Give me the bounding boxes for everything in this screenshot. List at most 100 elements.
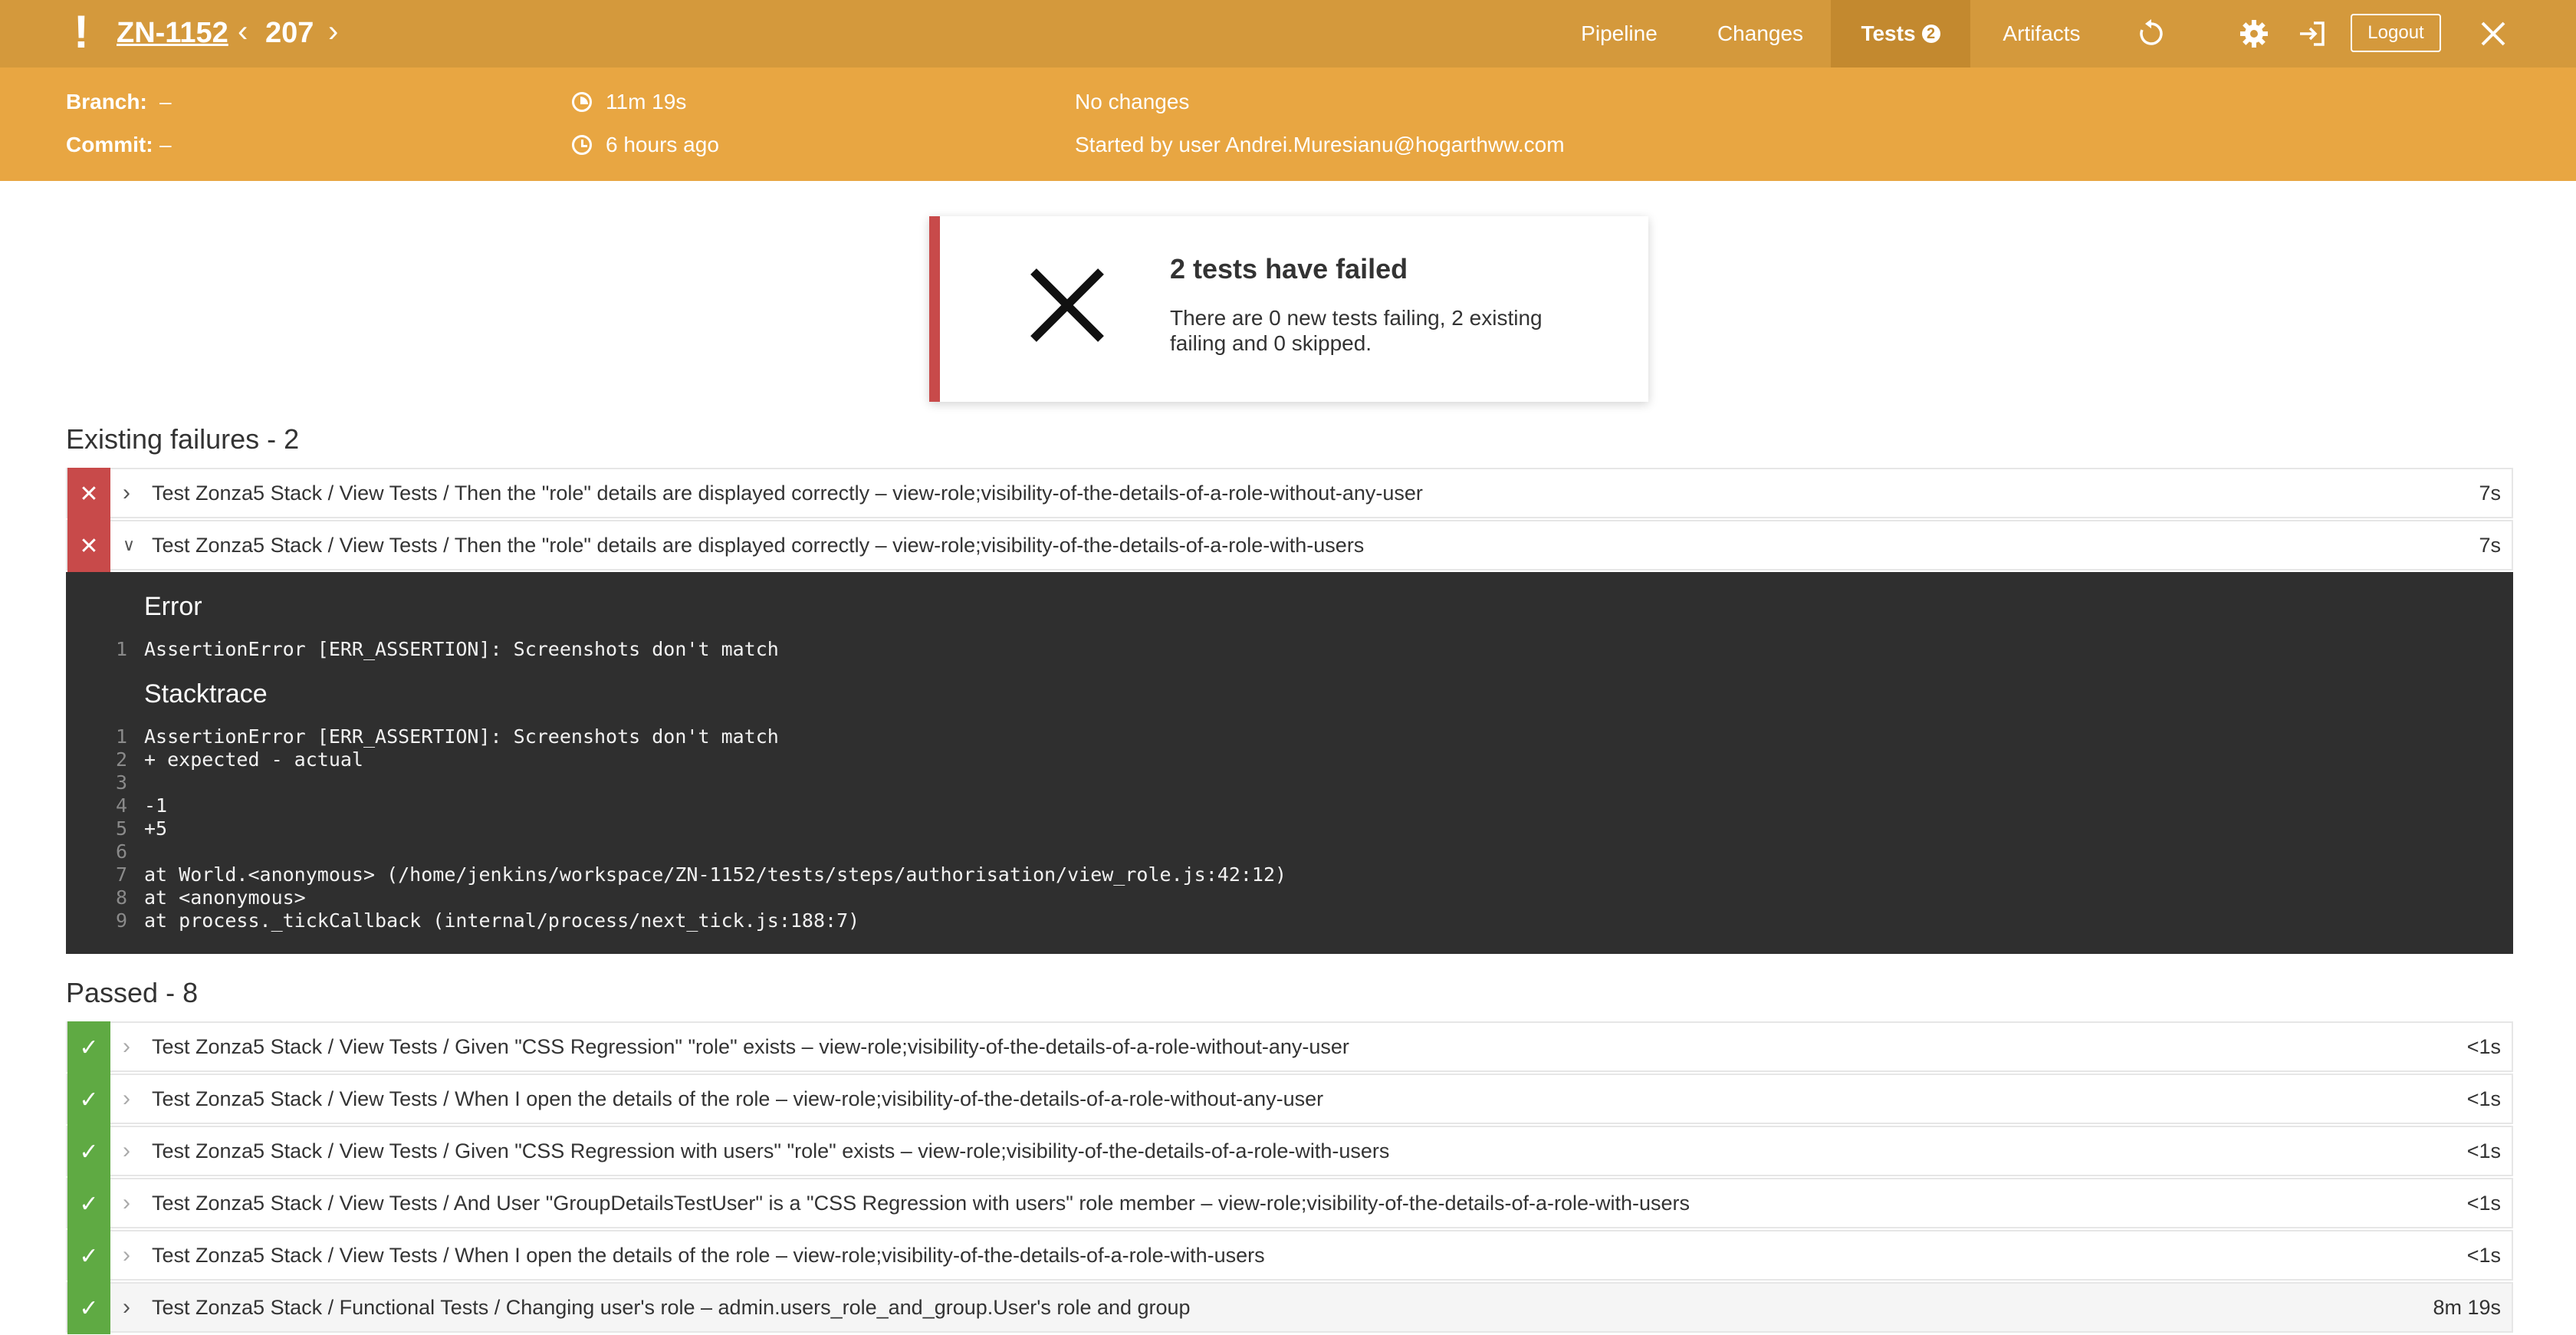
- existing-failures-heading: Existing failures - 2: [66, 423, 300, 455]
- top-bar: ! ZN-1152 ‹ 207 › Pipeline Changes Tests…: [0, 0, 2576, 67]
- clock-icon: [572, 135, 592, 155]
- failed-test-row[interactable]: ✕ ∨ Test Zonza5 Stack / View Tests / The…: [66, 520, 2513, 572]
- started-by-info: Started by user Andrei.Muresianu@hogarth…: [1075, 133, 1565, 156]
- pass-check-icon: ✓: [67, 1126, 110, 1178]
- started-info: 6 hours ago: [572, 132, 719, 158]
- line-number: 6: [115, 840, 127, 863]
- passed-test-row[interactable]: ✓ › Test Zonza5 Stack / Functional Tests…: [66, 1282, 2513, 1334]
- summary-title: 2 tests have failed: [1170, 253, 1408, 284]
- passed-test-row[interactable]: ✓ › Test Zonza5 Stack / View Tests / Giv…: [66, 1126, 2513, 1178]
- duration-icon: [572, 92, 592, 112]
- line-number: 5: [115, 817, 127, 840]
- line-number: 1: [115, 638, 127, 660]
- tab-changes-label: Changes: [1717, 21, 1804, 45]
- test-name: Test Zonza5 Stack / View Tests / And Use…: [152, 1191, 1691, 1215]
- test-name: Test Zonza5 Stack / View Tests / Given "…: [152, 1139, 1390, 1162]
- fail-status-icon: ✕: [67, 468, 110, 520]
- previous-build-button[interactable]: ‹: [238, 14, 248, 49]
- test-duration: <1s: [2466, 1139, 2501, 1162]
- line-text: + expected - actual: [144, 748, 363, 771]
- test-name: Test Zonza5 Stack / View Tests / When I …: [152, 1243, 1265, 1267]
- sign-in-icon[interactable]: [2292, 14, 2332, 54]
- chevron-right-icon[interactable]: ›: [123, 1231, 130, 1279]
- test-duration: 7s: [2479, 481, 2501, 505]
- test-name: Test Zonza5 Stack / View Tests / When I …: [152, 1087, 1324, 1110]
- duration-value: 11m 19s: [606, 90, 687, 113]
- job-link[interactable]: ZN-1152: [117, 15, 228, 51]
- line-text: +5: [144, 817, 168, 840]
- gear-icon[interactable]: [2234, 14, 2274, 54]
- line-text: at <anonymous>: [144, 886, 306, 909]
- next-build-button[interactable]: ›: [328, 14, 338, 49]
- pass-check-icon: ✓: [67, 1021, 110, 1074]
- tab-changes[interactable]: Changes: [1705, 0, 1815, 67]
- test-duration: 8m 19s: [2433, 1295, 2501, 1319]
- build-number: 207: [265, 17, 314, 49]
- failed-x-icon: [1030, 268, 1104, 342]
- fail-status-icon: ✕: [67, 520, 110, 572]
- summary-description: There are 0 new tests failing, 2 existin…: [1170, 306, 1543, 355]
- pass-check-icon: ✓: [67, 1282, 110, 1334]
- passed-test-row[interactable]: ✓ › Test Zonza5 Stack / View Tests / And…: [66, 1178, 2513, 1230]
- passed-test-row[interactable]: ✓ › Test Zonza5 Stack / View Tests / Whe…: [66, 1074, 2513, 1126]
- line-number: 2: [115, 748, 127, 771]
- changes-info: No changes: [1075, 90, 1190, 113]
- started-ago: 6 hours ago: [606, 133, 719, 156]
- test-name: Test Zonza5 Stack / Functional Tests / C…: [152, 1295, 1191, 1319]
- tab-pipeline[interactable]: Pipeline: [1564, 0, 1674, 67]
- test-duration: <1s: [2466, 1191, 2501, 1215]
- line-text: AssertionError [ERR_ASSERTION]: Screensh…: [144, 725, 779, 748]
- branch-label: Branch:: [66, 90, 147, 113]
- error-console: Error 1 AssertionError [ERR_ASSERTION]: …: [66, 572, 2513, 954]
- test-name: Test Zonza5 Stack / View Tests / Then th…: [152, 481, 1423, 505]
- close-icon[interactable]: [2473, 14, 2513, 54]
- failed-test-row[interactable]: ✕ › Test Zonza5 Stack / View Tests / The…: [66, 468, 2513, 520]
- pass-check-icon: ✓: [67, 1074, 110, 1126]
- commit-info: Commit: –: [66, 132, 172, 158]
- pass-check-icon: ✓: [67, 1178, 110, 1230]
- line-text: at World.<anonymous> (/home/jenkins/work…: [144, 863, 1287, 886]
- branch-info: Branch: –: [66, 89, 172, 115]
- test-name: Test Zonza5 Stack / View Tests / Then th…: [152, 533, 1365, 557]
- alert-icon: !: [74, 6, 89, 58]
- passed-test-row[interactable]: ✓ › Test Zonza5 Stack / View Tests / Whe…: [66, 1230, 2513, 1282]
- test-duration: <1s: [2466, 1243, 2501, 1267]
- chevron-right-icon[interactable]: ›: [123, 1127, 130, 1175]
- tab-artifacts-label: Artifacts: [2003, 21, 2081, 45]
- branch-value: –: [159, 90, 172, 113]
- duration-info: 11m 19s: [572, 89, 686, 115]
- line-number: 4: [115, 794, 127, 817]
- pass-check-icon: ✓: [67, 1230, 110, 1282]
- passed-heading: Passed - 8: [66, 977, 199, 1008]
- failure-summary-card: 2 tests have failed There are 0 new test…: [929, 216, 1648, 402]
- chevron-right-icon[interactable]: ›: [123, 1284, 130, 1331]
- commit-value: –: [159, 133, 172, 156]
- test-duration: <1s: [2466, 1034, 2501, 1058]
- chevron-right-icon[interactable]: ›: [123, 1179, 130, 1227]
- tab-tests[interactable]: Tests 2: [1831, 0, 1970, 67]
- tab-tests-label: Tests: [1861, 21, 1916, 45]
- chevron-right-icon[interactable]: ›: [123, 1023, 130, 1070]
- line-number: 1: [115, 725, 127, 748]
- chevron-right-icon[interactable]: ›: [123, 469, 130, 517]
- stacktrace-heading: Stacktrace: [144, 679, 268, 709]
- test-name: Test Zonza5 Stack / View Tests / Given "…: [152, 1034, 1349, 1058]
- logout-button[interactable]: Logout: [2351, 14, 2441, 52]
- test-duration: 7s: [2479, 533, 2501, 557]
- line-text: at process._tickCallback (internal/proce…: [144, 909, 860, 932]
- test-duration: <1s: [2466, 1087, 2501, 1110]
- passed-test-row[interactable]: ✓ › Test Zonza5 Stack / View Tests / Giv…: [66, 1021, 2513, 1074]
- error-heading: Error: [144, 592, 202, 621]
- chevron-down-icon[interactable]: ∨: [123, 521, 135, 569]
- commit-label: Commit:: [66, 133, 153, 156]
- line-number: 7: [115, 863, 127, 886]
- tab-pipeline-label: Pipeline: [1581, 21, 1658, 45]
- line-number: 9: [115, 909, 127, 932]
- chevron-right-icon[interactable]: ›: [123, 1075, 130, 1123]
- line-number: 3: [115, 771, 127, 794]
- replay-icon[interactable]: [2131, 14, 2171, 54]
- line-number: 8: [115, 886, 127, 909]
- tests-count-badge: 2: [1921, 25, 1940, 43]
- tab-artifacts[interactable]: Artifacts: [1990, 0, 2093, 67]
- line-text: -1: [144, 794, 168, 817]
